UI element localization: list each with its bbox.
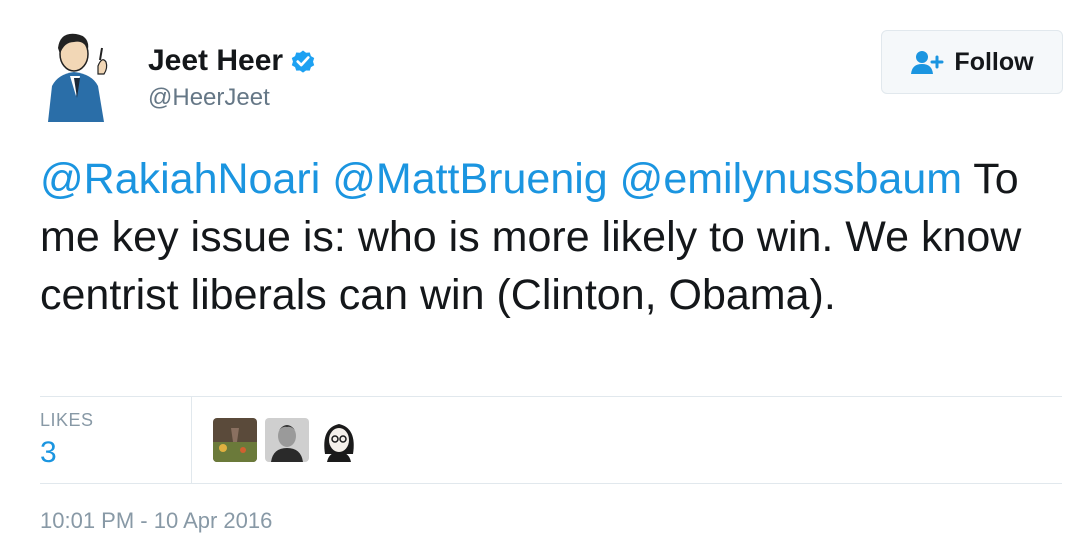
divider xyxy=(40,483,1062,484)
divider xyxy=(40,396,1062,397)
divider-vertical xyxy=(191,397,192,483)
tweet-timestamp[interactable]: 10:01 PM - 10 Apr 2016 xyxy=(40,508,272,534)
liker-avatar-3[interactable] xyxy=(317,418,361,462)
mention-link[interactable]: @emilynussbaum xyxy=(620,155,962,203)
author-name-row: Jeet Heer xyxy=(148,44,317,78)
mention-link[interactable]: @RakiahNoari xyxy=(40,155,320,203)
tweet-text: @RakiahNoari @MattBruenig @emilynussbaum… xyxy=(40,150,1050,324)
liker-avatars xyxy=(213,418,361,462)
liker-avatar-2[interactable] xyxy=(265,418,309,462)
mention-link[interactable]: @MattBruenig xyxy=(332,155,608,203)
follow-button-label: Follow xyxy=(954,47,1034,76)
author-display-name[interactable]: Jeet Heer xyxy=(148,44,283,78)
author-handle[interactable]: @HeerJeet xyxy=(148,84,270,112)
likes-count[interactable]: 3 xyxy=(40,436,57,470)
follow-button[interactable]: Follow xyxy=(881,30,1063,94)
likes-label: LIKES xyxy=(40,410,94,430)
verified-badge-icon xyxy=(291,50,315,73)
follow-person-plus-icon xyxy=(911,51,944,74)
cartoon-man-avatar-icon[interactable] xyxy=(40,26,116,122)
liker-avatar-1[interactable] xyxy=(213,418,257,462)
